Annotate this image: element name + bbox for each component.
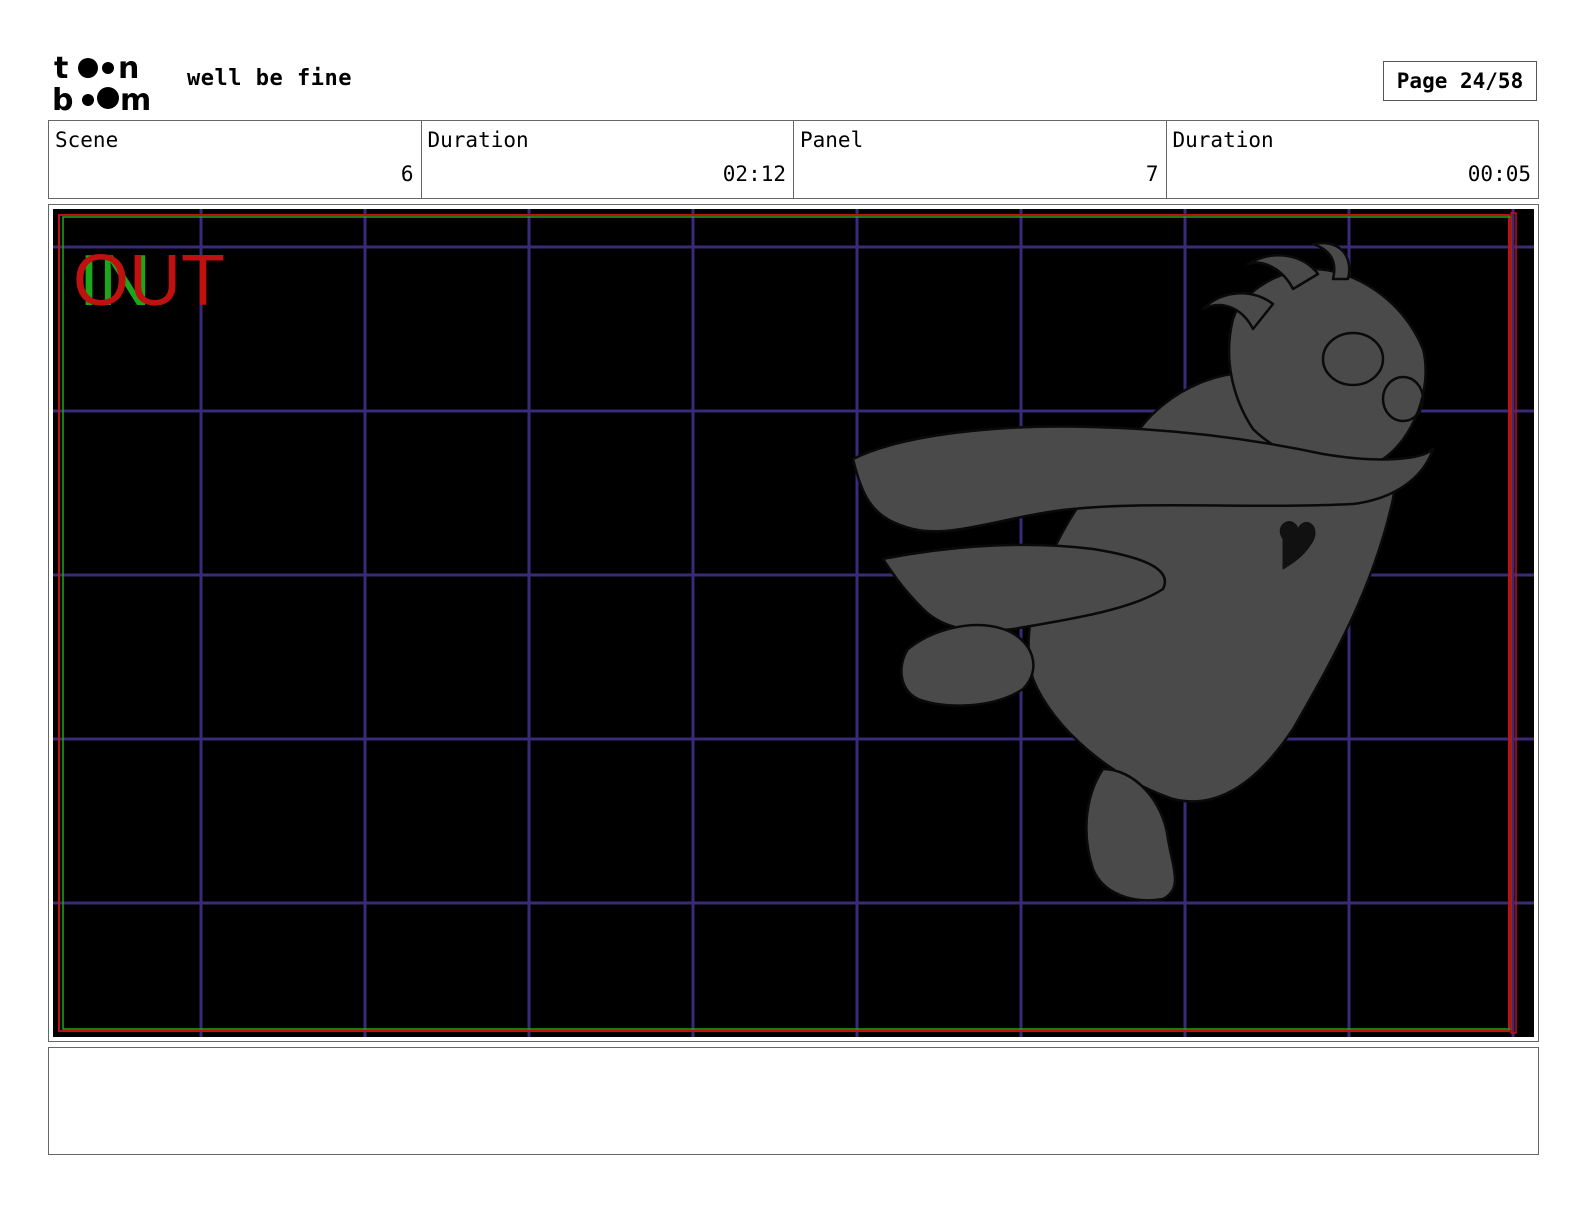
svg-text:n: n [118,51,139,86]
page-indicator: Page 24/58 [1383,61,1537,101]
panel-duration-label: Duration [1172,128,1274,152]
panel-notes-box[interactable] [48,1047,1539,1155]
scene-duration-value: 02:12 [722,162,786,186]
scene-value: 6 [400,162,414,186]
scene-duration-label: Duration [427,128,529,152]
storyboard-panel-image: IN OUT [53,209,1534,1037]
project-title: well be fine [187,66,352,91]
panel-frame: IN OUT [48,204,1539,1042]
svg-text:t: t [54,51,68,86]
toon-boom-logo: t n b m [52,50,164,118]
panel-label: Panel [800,128,864,152]
svg-text:m: m [120,83,151,114]
out-marker: OUT [73,241,225,321]
scene-duration-cell: Duration 02:12 [422,121,794,198]
svg-text:b: b [52,83,73,114]
scene-label: Scene [55,128,119,152]
panel-duration-value: 00:05 [1467,162,1531,186]
panel-info-bar: Scene 6 Duration 02:12 Panel 7 Duration … [48,120,1539,199]
scene-cell: Scene 6 [49,121,422,198]
panel-value: 7 [1145,162,1159,186]
panel-cell: Panel 7 [794,121,1167,198]
panel-duration-cell: Duration 00:05 [1167,121,1539,198]
